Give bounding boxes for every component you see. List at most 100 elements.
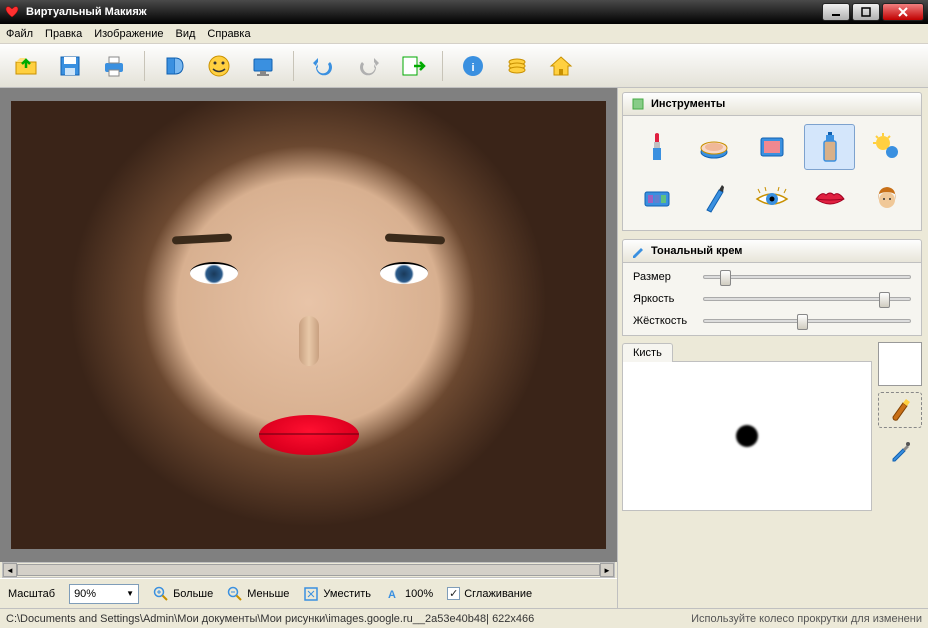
status-path: C:\Documents and Settings\Admin\Мои доку… [6, 613, 681, 625]
smoothing-checkbox[interactable]: ✓ Сглаживание [447, 587, 532, 600]
undo-button[interactable] [306, 48, 342, 84]
sliders-panel: Размер Яркость Жёсткость [622, 263, 922, 336]
hundred-button[interactable]: A 100% [385, 586, 433, 602]
hardness-slider[interactable] [703, 319, 911, 323]
zoom-in-label: Больше [173, 588, 213, 600]
scroll-left-arrow[interactable]: ◄ [3, 563, 17, 577]
menu-view[interactable]: Вид [176, 28, 196, 40]
tool-eyeliner[interactable] [689, 176, 741, 222]
fit-button[interactable]: Уместить [303, 586, 371, 602]
main-toolbar: i [0, 44, 928, 88]
brightness-slider[interactable] [703, 297, 911, 301]
hundred-label: 100% [405, 588, 433, 600]
zoom-out-button[interactable]: Меньше [227, 586, 289, 602]
horizontal-scrollbar[interactable]: ◄ ► [2, 562, 615, 578]
app-icon [4, 4, 20, 20]
magnify-minus-icon [227, 586, 243, 602]
tools-panel-header: Инструменты [622, 92, 922, 116]
brush-area: Кисть [622, 342, 922, 511]
save-button[interactable] [52, 48, 88, 84]
magnify-plus-icon [153, 586, 169, 602]
tool-lipstick[interactable] [631, 124, 683, 170]
scroll-right-arrow[interactable]: ► [600, 563, 614, 577]
tool-tan[interactable] [861, 124, 913, 170]
menu-image[interactable]: Изображение [94, 28, 163, 40]
svg-text:A: A [388, 589, 396, 601]
tool-eyecolor[interactable] [746, 176, 798, 222]
color-swatch[interactable] [878, 342, 922, 386]
zoom-in-button[interactable]: Больше [153, 586, 213, 602]
slider-size-row: Размер [633, 271, 911, 283]
toolbar-separator [293, 51, 294, 81]
tools-grid [622, 116, 922, 231]
zoom-bar: Масштаб 90% Больше Меньше Уместить A 100… [0, 578, 617, 608]
menu-edit[interactable]: Правка [45, 28, 82, 40]
slider-hardness-row: Жёсткость [633, 315, 911, 327]
image-canvas[interactable] [11, 101, 606, 549]
brush-dot [736, 425, 758, 447]
tool-options-title: Тональный крем [651, 245, 742, 257]
menu-bar: Файл Правка Изображение Вид Справка [0, 24, 928, 44]
info-button[interactable]: i [455, 48, 491, 84]
fit-icon [303, 586, 319, 602]
fit-label: Уместить [323, 588, 371, 600]
brush-preview-panel: Кисть [622, 342, 872, 511]
export-button[interactable] [394, 48, 430, 84]
brightness-label: Яркость [633, 293, 695, 305]
brush-tab[interactable]: Кисть [622, 343, 673, 362]
tool-eyeshadow[interactable] [631, 176, 683, 222]
checkbox-icon: ✓ [447, 587, 460, 600]
size-label: Размер [633, 271, 695, 283]
close-button[interactable] [882, 3, 924, 21]
canvas-area[interactable] [0, 88, 617, 562]
tool-hair[interactable] [861, 176, 913, 222]
workspace: ◄ ► Масштаб 90% Больше Меньше Уместить A… [0, 88, 928, 608]
zoom-out-label: Меньше [247, 588, 289, 600]
redo-button[interactable] [350, 48, 386, 84]
size-thumb[interactable] [720, 270, 731, 286]
coins-button[interactable] [499, 48, 535, 84]
svg-text:i: i [471, 62, 474, 74]
tool-options-section: Тональный крем Размер Яркость Жёсткость [622, 239, 922, 336]
brush-tab-label: Кисть [633, 347, 662, 359]
screen-button[interactable] [245, 48, 281, 84]
tool-powder[interactable] [689, 124, 741, 170]
status-bar: C:\Documents and Settings\Admin\Мои доку… [0, 608, 928, 628]
canvas-panel: ◄ ► Масштаб 90% Больше Меньше Уместить A… [0, 88, 618, 608]
window-buttons [822, 3, 924, 21]
slider-brightness-row: Яркость [633, 293, 911, 305]
home-button[interactable] [543, 48, 579, 84]
hardness-thumb[interactable] [797, 314, 808, 330]
hardness-label: Жёсткость [633, 315, 695, 327]
window-title: Виртуальный Макияж [26, 6, 822, 18]
right-panel: Инструменты Тональный крем Размер [618, 88, 928, 608]
tool-lips[interactable] [804, 176, 856, 222]
toolbar-separator [144, 51, 145, 81]
tools-title: Инструменты [651, 98, 725, 110]
open-button[interactable] [8, 48, 44, 84]
brush-button[interactable] [878, 392, 922, 428]
photo-placeholder [11, 101, 606, 549]
menu-file[interactable]: Файл [6, 28, 33, 40]
maximize-button[interactable] [852, 3, 880, 21]
size-slider[interactable] [703, 275, 911, 279]
brush-side-tools [878, 342, 922, 511]
pencil-icon [631, 244, 645, 258]
scale-select[interactable]: 90% [69, 584, 139, 604]
hundred-icon: A [385, 586, 401, 602]
tool-options-header: Тональный крем [622, 239, 922, 263]
menu-help[interactable]: Справка [207, 28, 250, 40]
print-button[interactable] [96, 48, 132, 84]
face-button[interactable] [201, 48, 237, 84]
tool-foundation[interactable] [804, 124, 856, 170]
eyedropper-button[interactable] [878, 434, 922, 470]
scroll-thumb[interactable] [17, 564, 600, 576]
minimize-button[interactable] [822, 3, 850, 21]
gallery-button[interactable] [157, 48, 193, 84]
brush-preview [622, 361, 872, 511]
tools-icon [631, 97, 645, 111]
smoothing-label: Сглаживание [464, 588, 532, 600]
toolbar-separator [442, 51, 443, 81]
tool-blush[interactable] [746, 124, 798, 170]
brightness-thumb[interactable] [879, 292, 890, 308]
